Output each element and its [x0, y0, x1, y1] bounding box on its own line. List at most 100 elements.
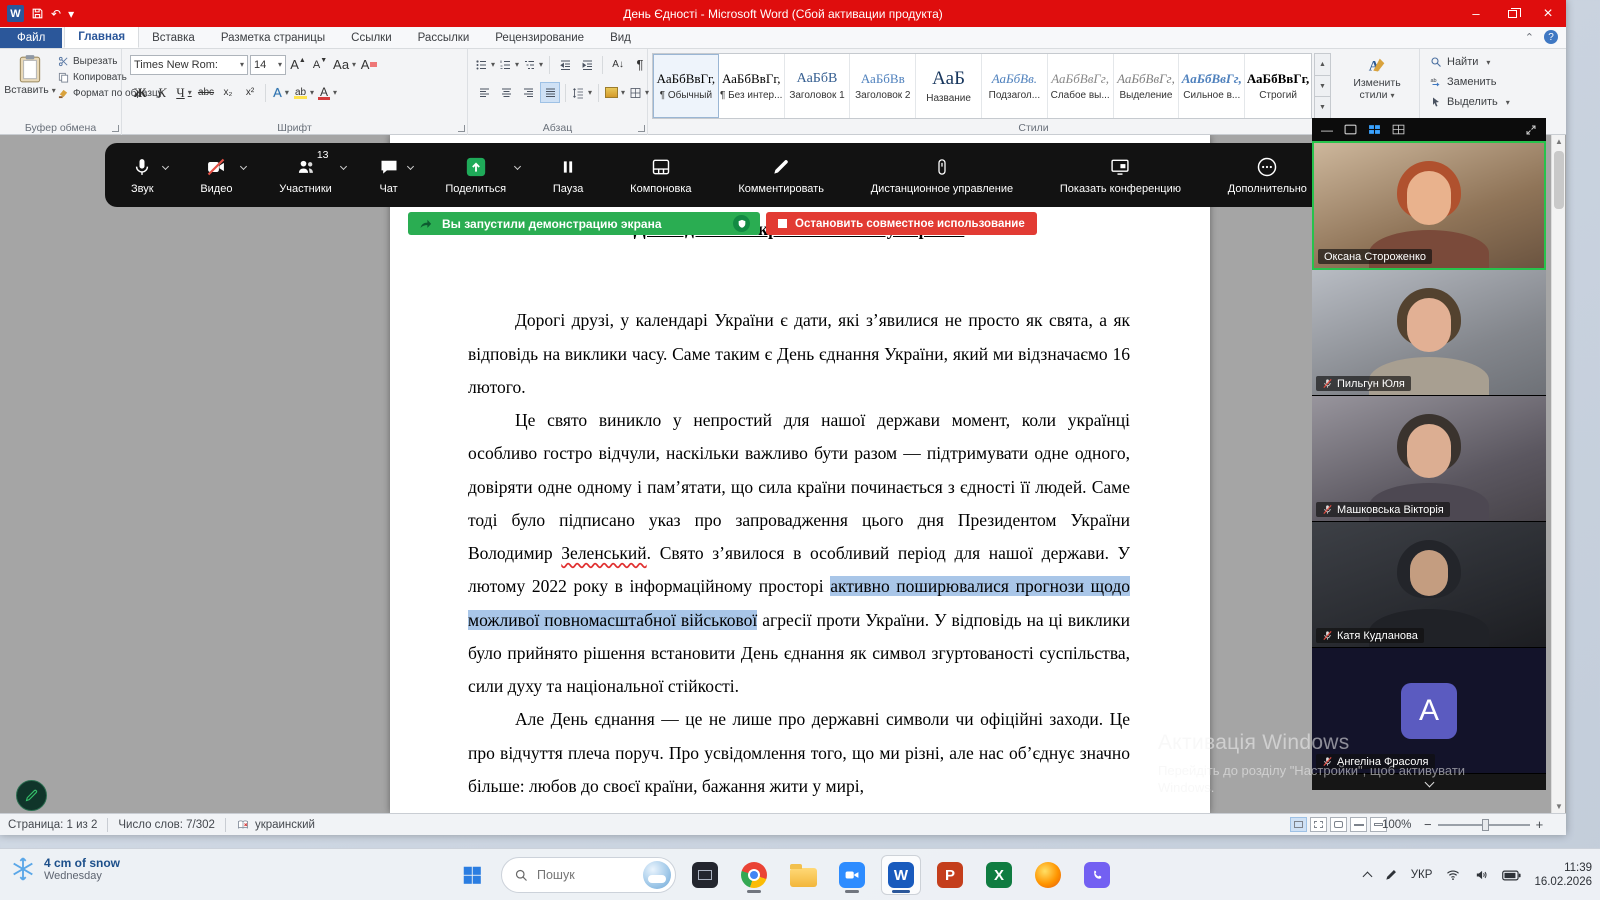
zoom-out-icon[interactable]: −	[1424, 817, 1432, 832]
increase-indent-icon[interactable]	[577, 54, 597, 75]
zoom-participants-button[interactable]: 13 Участники	[279, 155, 332, 195]
quick-access-dropdown-icon[interactable]: ▾	[68, 8, 74, 20]
help-icon[interactable]: ?	[1544, 30, 1558, 44]
style-normal[interactable]: АаБбВвГг,¶ Обычный	[653, 54, 719, 118]
font-family-select[interactable]: Times New Rom:▾	[130, 55, 248, 75]
paragraph-dialog-launcher-icon[interactable]	[638, 125, 645, 132]
zoom-show-meeting-button[interactable]: Показать конференцию	[1060, 155, 1181, 195]
font-color-button[interactable]: А▾	[317, 82, 338, 103]
italic-button[interactable]: К	[152, 82, 172, 103]
zoom-remote-control-button[interactable]: Дистанционное управление	[871, 155, 1013, 195]
participant-tile-active-speaker[interactable]: Оксана Стороженко	[1312, 141, 1546, 270]
excel-app-button[interactable]: X	[979, 855, 1019, 895]
print-layout-view-icon[interactable]	[1290, 817, 1307, 832]
close-button[interactable]: ×	[1530, 0, 1566, 27]
find-button[interactable]: Найти▾	[1424, 53, 1516, 71]
shading-icon[interactable]: ▾	[604, 82, 626, 103]
proofing-status[interactable]: украинский	[236, 819, 315, 831]
zoom-thumb[interactable]	[1482, 819, 1489, 831]
change-styles-button[interactable]: А Изменить стили▾	[1338, 55, 1416, 101]
zoom-app-button[interactable]	[832, 855, 872, 895]
scroll-up-icon[interactable]: ▲	[1552, 137, 1566, 146]
tab-home[interactable]: Главная	[64, 26, 139, 48]
security-shield-icon[interactable]	[733, 215, 750, 232]
tab-view[interactable]: Вид	[597, 28, 644, 48]
scrollbar-thumb[interactable]	[1554, 151, 1564, 209]
participant-tile[interactable]: Машковська Вікторія	[1312, 396, 1546, 522]
zoom-track[interactable]	[1438, 824, 1530, 826]
participant-tile[interactable]: Пильгун Юля	[1312, 270, 1546, 396]
tab-mailings[interactable]: Рассылки	[405, 28, 483, 48]
superscript-button[interactable]: x²	[240, 82, 260, 103]
tab-page-layout[interactable]: Разметка страницы	[208, 28, 338, 48]
justify-icon[interactable]	[540, 82, 560, 103]
zoom-more-button[interactable]: Дополнительно	[1228, 155, 1307, 195]
battery-icon[interactable]	[1502, 869, 1521, 882]
bold-button[interactable]: Ж	[130, 82, 150, 103]
vertical-scrollbar[interactable]: ▲ ▼	[1551, 135, 1565, 813]
stop-share-button[interactable]: Остановить совместное использование	[766, 212, 1037, 235]
fullscreen-view-icon[interactable]	[1310, 817, 1327, 832]
borders-icon[interactable]: ▾	[628, 82, 650, 103]
video-chevron-icon[interactable]	[240, 163, 247, 170]
shrink-font-button[interactable]: А▼	[310, 54, 330, 75]
style-subtle-emphasis[interactable]: АаБбВвГг,Слабое вы...	[1048, 54, 1114, 118]
grow-font-button[interactable]: А▲	[288, 54, 308, 75]
panel-minimize-icon[interactable]: —	[1321, 123, 1333, 137]
language-switcher[interactable]: УКР	[1411, 869, 1433, 881]
zoom-in-icon[interactable]: +	[1536, 817, 1544, 832]
restore-button[interactable]	[1494, 0, 1530, 27]
word-count[interactable]: Число слов: 7/302	[118, 819, 215, 831]
sort-icon[interactable]: А↓	[608, 54, 628, 75]
participant-tile[interactable]: Катя Кудланова	[1312, 522, 1546, 648]
change-case-button[interactable]: Аа▾	[332, 54, 357, 75]
taskbar-search[interactable]	[501, 857, 676, 893]
more-participants-chevron-icon[interactable]	[1312, 774, 1546, 790]
subscript-button[interactable]: x₂	[218, 82, 238, 103]
start-button[interactable]	[452, 855, 492, 895]
strikethrough-button[interactable]: abc	[196, 82, 216, 103]
search-input[interactable]	[537, 868, 629, 882]
volume-icon[interactable]	[1474, 868, 1489, 882]
style-heading1[interactable]: АаБбВЗаголовок 1	[785, 54, 851, 118]
decrease-indent-icon[interactable]	[555, 54, 575, 75]
powerpoint-app-button[interactable]: P	[930, 855, 970, 895]
gallery-view-icon[interactable]	[1368, 124, 1381, 135]
zoom-video-button[interactable]: Видео	[200, 155, 232, 195]
page-indicator[interactable]: Страница: 1 из 2	[8, 819, 97, 831]
zoom-annotate-button[interactable]: Комментировать	[738, 155, 824, 195]
line-spacing-icon[interactable]: ▾	[571, 82, 593, 103]
text-effects-button[interactable]: А▾	[271, 82, 291, 103]
search-weather-thumbnail[interactable]	[643, 861, 671, 889]
styles-scroll-down-icon[interactable]: ▼	[1314, 76, 1331, 98]
tab-insert[interactable]: Вставка	[139, 28, 208, 48]
style-heading2[interactable]: АаБбВвЗаголовок 2	[850, 54, 916, 118]
undo-icon[interactable]: ↶	[51, 8, 61, 20]
viber-app-button[interactable]	[1077, 855, 1117, 895]
wifi-icon[interactable]	[1445, 868, 1461, 882]
word-app-button[interactable]: W	[881, 855, 921, 895]
style-strong[interactable]: АаБбВвГг,Строгий	[1245, 54, 1311, 118]
participants-chevron-icon[interactable]	[340, 163, 347, 170]
tab-review[interactable]: Рецензирование	[482, 28, 597, 48]
font-size-select[interactable]: 14▾	[250, 55, 286, 75]
replace-button[interactable]: ab Заменить	[1424, 73, 1516, 91]
style-emphasis[interactable]: АаБбВвГг,Выделение	[1114, 54, 1180, 118]
firefox-app-button[interactable]	[1028, 855, 1068, 895]
panel-expand-icon[interactable]	[1525, 124, 1537, 136]
chat-chevron-icon[interactable]	[407, 163, 414, 170]
audio-chevron-icon[interactable]	[162, 163, 169, 170]
outline-view-icon[interactable]	[1350, 817, 1367, 832]
tab-file[interactable]: Файл	[0, 28, 62, 48]
style-no-spacing[interactable]: АаБбВвГг,¶ Без интер...	[719, 54, 785, 118]
font-dialog-launcher-icon[interactable]	[458, 125, 465, 132]
style-subtitle[interactable]: АаБбВв.Подзагол...	[982, 54, 1048, 118]
web-layout-view-icon[interactable]	[1330, 817, 1347, 832]
align-left-icon[interactable]	[474, 82, 494, 103]
scroll-down-icon[interactable]: ▼	[1552, 802, 1566, 811]
zoom-share-button[interactable]: Поделиться	[445, 155, 506, 195]
task-view-button[interactable]	[685, 855, 725, 895]
hidden-icons-chevron-icon[interactable]	[1362, 872, 1372, 882]
zoom-layout-button[interactable]: Компоновка	[630, 155, 691, 195]
styles-scroll-up-icon[interactable]: ▲	[1314, 53, 1331, 76]
